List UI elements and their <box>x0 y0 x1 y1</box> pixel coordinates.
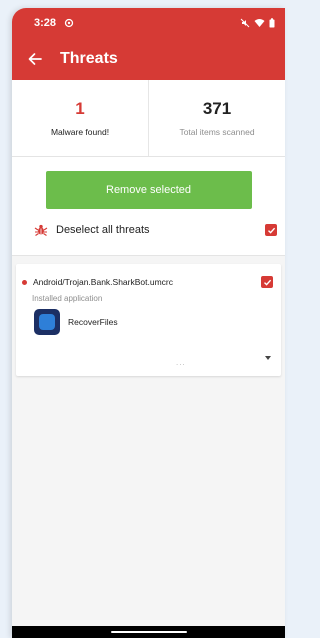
check-icon <box>263 279 271 286</box>
malware-stat: 1 Malware found! <box>12 80 148 156</box>
phone-screen: 3:28 Threats 1 Malware found! 371 Total … <box>12 8 285 638</box>
threat-header: Android/Trojan.Bank.SharkBot.umcrc <box>16 264 281 288</box>
more-indicator: ... <box>176 358 186 367</box>
total-count: 371 <box>202 99 232 118</box>
deselect-all-label: Deselect all threats <box>56 224 150 236</box>
actions-panel: Remove selected Deselect all threats <box>12 157 285 256</box>
deselect-all-checkbox[interactable] <box>265 224 277 236</box>
navigation-bar <box>12 626 285 638</box>
malware-label: Malware found! <box>50 127 110 137</box>
bug-icon <box>34 223 48 237</box>
home-handle[interactable] <box>110 631 187 633</box>
battery-icon <box>269 18 275 28</box>
check-icon <box>267 227 275 234</box>
total-scanned-stat: 371 Total items scanned <box>148 80 285 156</box>
malware-count: 1 <box>75 99 85 118</box>
scan-stats: 1 Malware found! 371 Total items scanned <box>12 80 285 157</box>
threat-checkbox[interactable] <box>261 276 273 288</box>
status-time: 3:28 <box>34 17 57 29</box>
page-title: Threats <box>60 50 118 67</box>
mute-icon <box>240 18 250 28</box>
affected-app: RecoverFiles <box>16 309 281 335</box>
camera-icon <box>64 18 74 28</box>
threat-card[interactable]: Android/Trojan.Bank.SharkBot.umcrc Insta… <box>16 264 281 376</box>
total-label: Total items scanned <box>179 127 255 137</box>
app-bar: Threats <box>12 38 285 80</box>
app-name: RecoverFiles <box>68 317 118 327</box>
threat-severity-dot <box>22 279 27 285</box>
wifi-icon <box>254 18 265 28</box>
back-arrow-icon[interactable] <box>26 50 44 68</box>
threat-type: Installed application <box>32 294 103 303</box>
recoverfiles-app-icon <box>34 309 60 335</box>
threat-name: Android/Trojan.Bank.SharkBot.umcrc <box>33 277 173 287</box>
expand-chevron-icon[interactable] <box>265 356 271 360</box>
deselect-all-row[interactable]: Deselect all threats <box>12 223 285 237</box>
status-bar: 3:28 <box>12 8 285 38</box>
remove-selected-button[interactable]: Remove selected <box>45 171 252 209</box>
